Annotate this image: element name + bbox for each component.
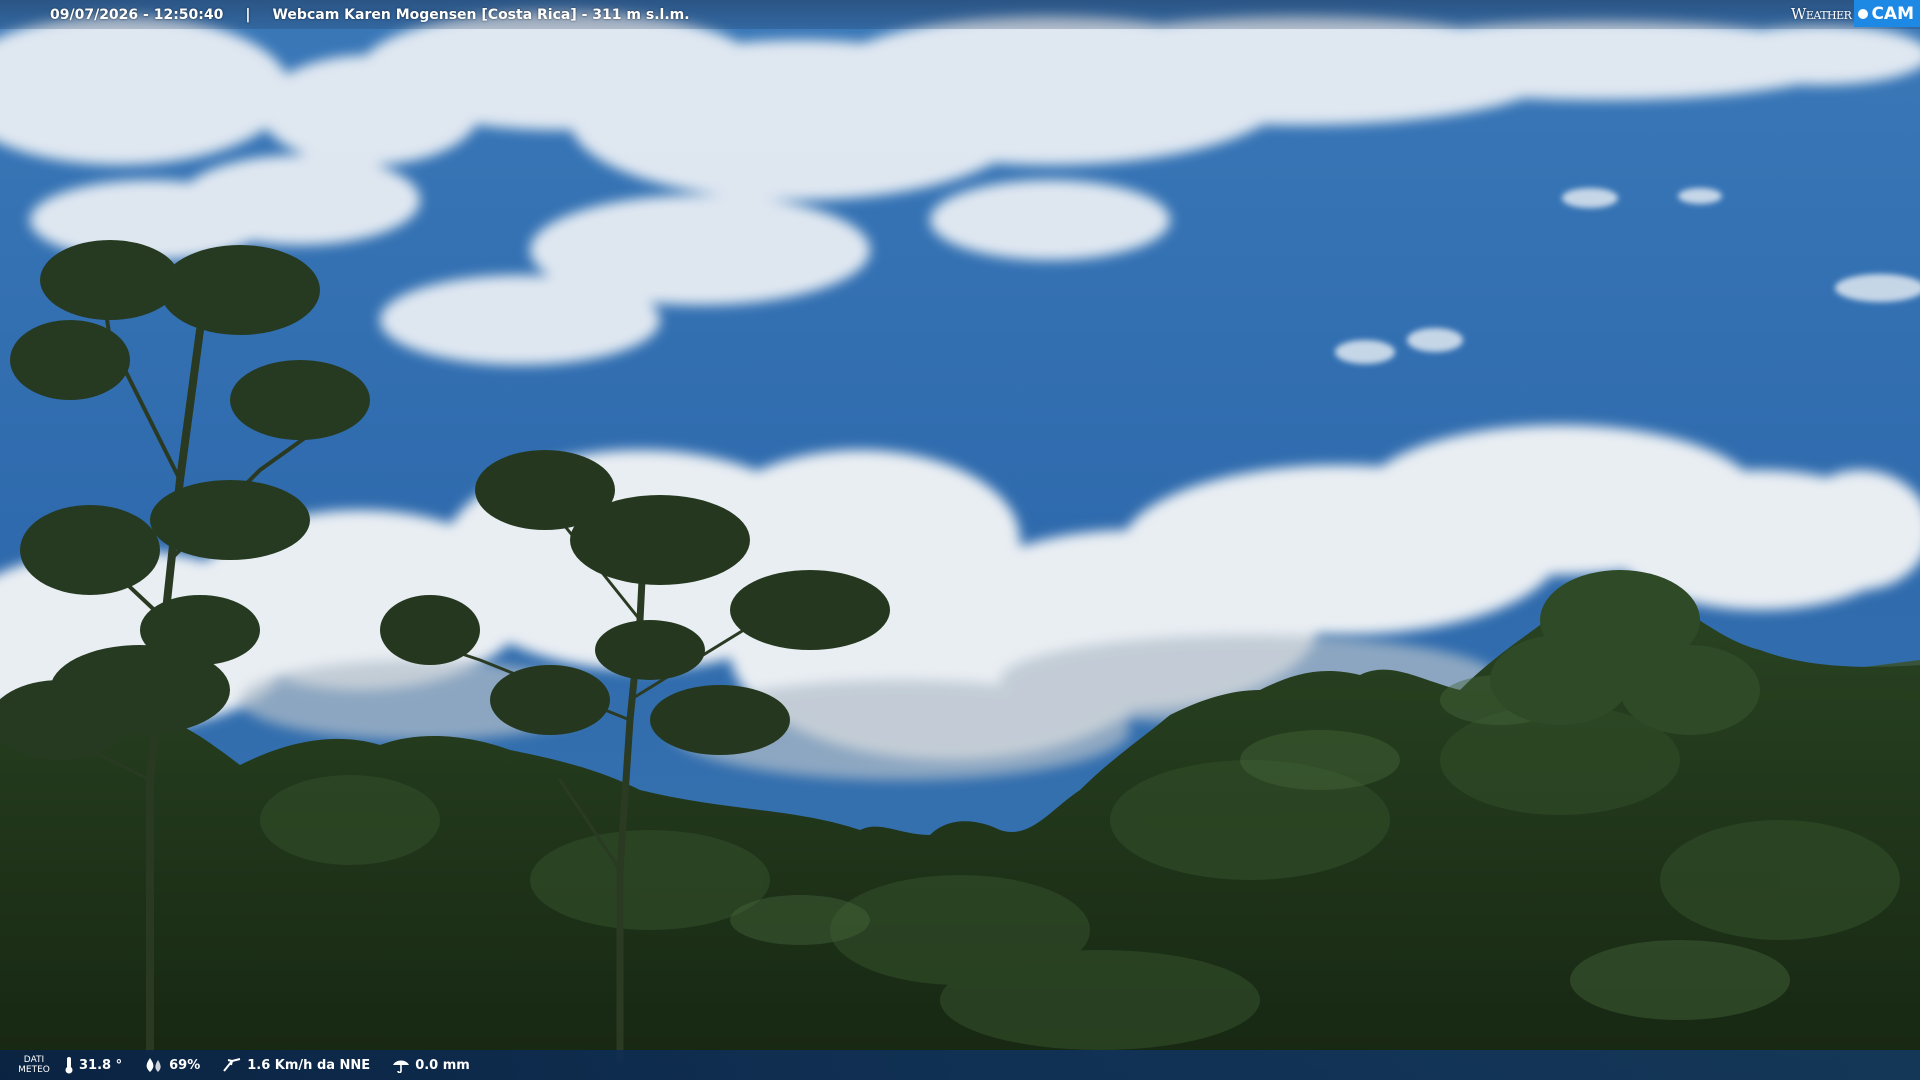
- landscape-scene: [0, 0, 1920, 1080]
- top-overlay-bar: 09/07/2026 - 12:50:40 | Webcam Karen Mog…: [0, 0, 1920, 29]
- weathercam-logo: Weather CAM: [1791, 0, 1920, 27]
- rain-value: 0.0 mm: [415, 1057, 470, 1073]
- logo-cam-box: CAM: [1854, 0, 1920, 27]
- meteo-label-line1: DATI: [23, 1055, 45, 1065]
- wind-value: 1.6 Km/h da NNE: [247, 1057, 371, 1073]
- separator: |: [245, 6, 251, 23]
- temperature-value: 31.8 °: [79, 1057, 123, 1073]
- webcam-image: [0, 0, 1920, 1080]
- humidity-icon: [146, 1058, 161, 1072]
- humidity-reading: 69%: [144, 1057, 200, 1073]
- logo-weather-text: Weather: [1790, 4, 1852, 23]
- meteo-label: DATI METEO: [4, 1055, 64, 1075]
- wind-reading: 1.6 Km/h da NNE: [222, 1057, 370, 1073]
- temperature-reading: 31.8 °: [64, 1056, 122, 1074]
- logo-cam-text: CAM: [1871, 3, 1914, 24]
- rain-icon: [393, 1060, 410, 1073]
- humidity-value: 69%: [169, 1057, 201, 1073]
- logo-dot-icon: [1858, 8, 1869, 19]
- wind-icon: [223, 1058, 241, 1072]
- rain-reading: 0.0 mm: [392, 1057, 470, 1073]
- meteo-label-line2: METEO: [18, 1065, 50, 1075]
- thermometer-icon: [65, 1057, 73, 1074]
- webcam-title: Webcam Karen Mogensen [Costa Rica] - 311…: [272, 6, 690, 23]
- weather-data-bar: DATI METEO 31.8 ° 69% 1.6 Km/h da NNE 0.…: [0, 1050, 1920, 1080]
- timestamp: 09/07/2026 - 12:50:40: [50, 6, 224, 23]
